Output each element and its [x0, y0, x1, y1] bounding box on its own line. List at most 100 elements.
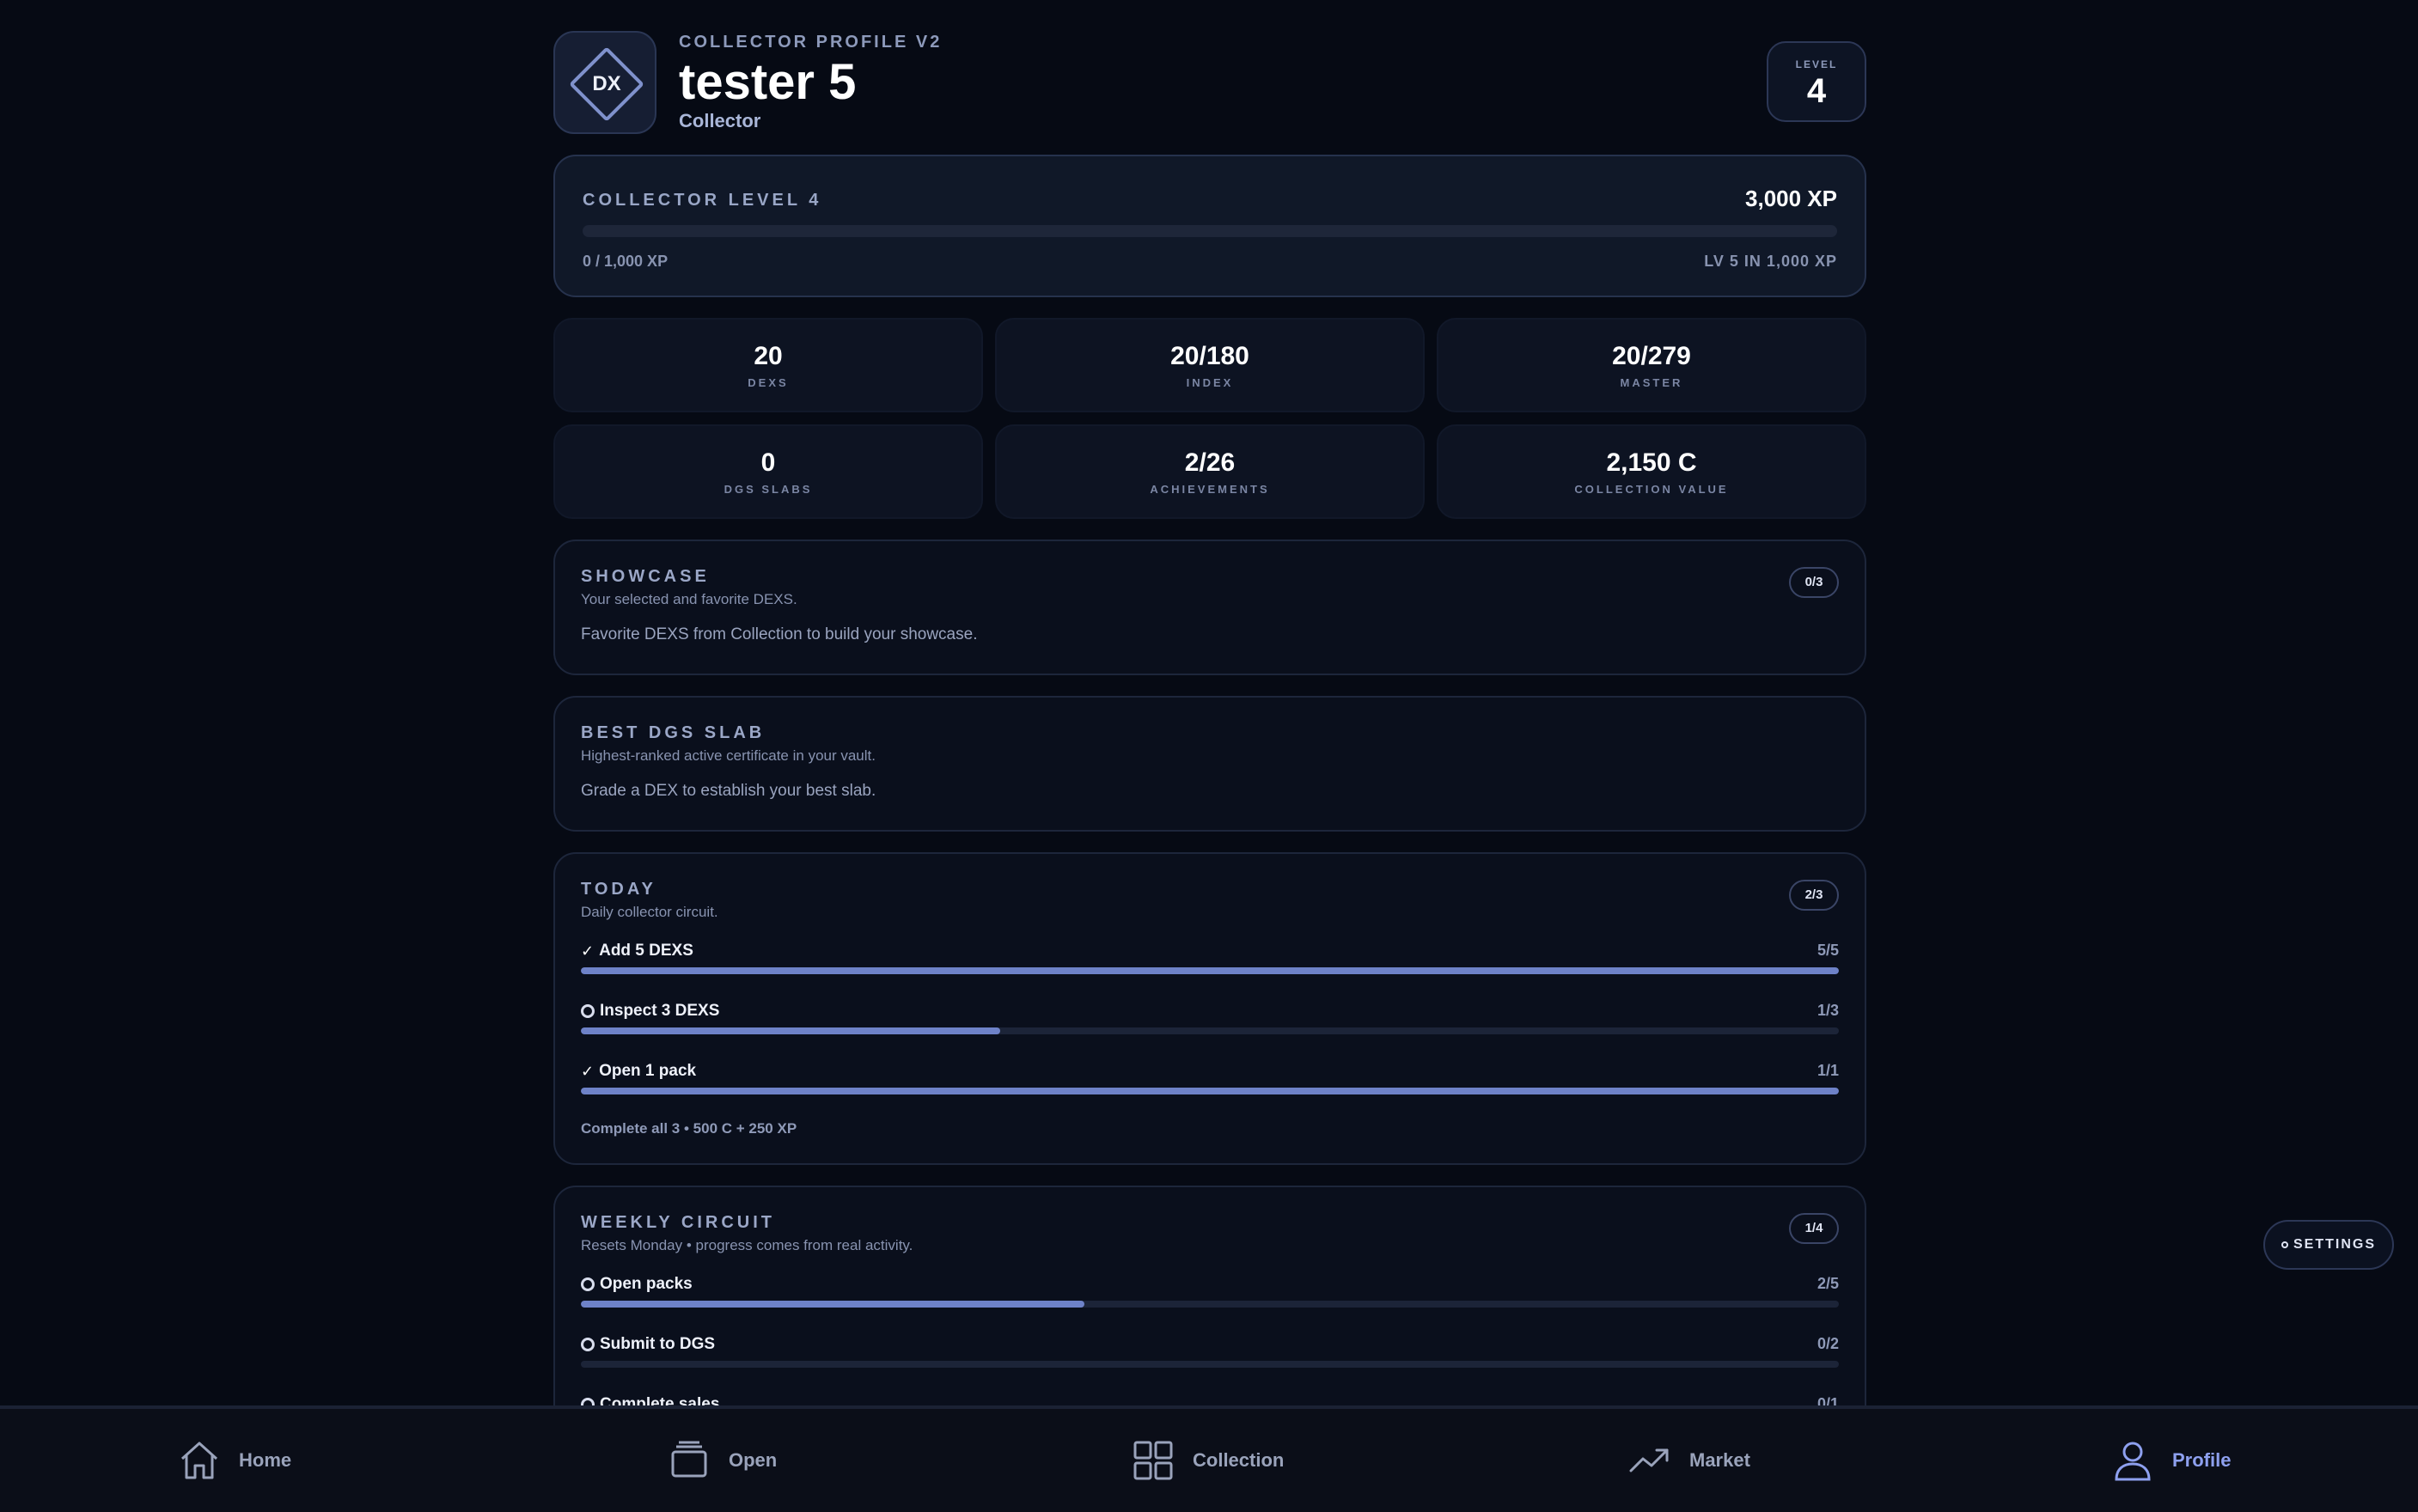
today-subtitle: Daily collector circuit. [581, 904, 718, 920]
today-count-badge: 2/3 [1789, 880, 1839, 911]
nav-label: Open [729, 1449, 778, 1471]
task-label: Open 1 pack [599, 1062, 697, 1080]
stat-value: 20 [754, 342, 783, 370]
weekly-task: Open packs 2/5 [581, 1275, 1839, 1318]
profile-page: DX COLLECTOR PROFILE V2 tester 5 Collect… [0, 0, 2418, 1512]
stat-label: MASTER [1620, 376, 1683, 389]
nav-label: Collection [1193, 1449, 1285, 1471]
task-value: 2/5 [1817, 1275, 1839, 1292]
task-progress-fill [581, 1301, 1084, 1308]
weekly-task: Submit to DGS 0/2 [581, 1335, 1839, 1378]
nav-label: Profile [2172, 1449, 2232, 1471]
level-badge-label: LEVEL [1795, 58, 1838, 70]
task-label-row: ✓ Open 1 pack [581, 1062, 696, 1081]
showcase-subtitle: Your selected and favorite DEXS. [581, 591, 797, 607]
today-task: Inspect 3 DEXS 1/3 [581, 1002, 1839, 1045]
gear-icon [2281, 1241, 2288, 1248]
today-title: TODAY [581, 880, 656, 899]
weekly-card: WEEKLY CIRCUIT Resets Monday • progress … [553, 1186, 1866, 1405]
task-progress-bar [581, 1027, 1839, 1034]
today-task: ✓ Add 5 DEXS 5/5 [581, 942, 1839, 985]
circle-icon [581, 1338, 595, 1351]
circle-icon [581, 1398, 595, 1405]
level-badge: LEVEL 4 [1767, 41, 1866, 122]
level-badge-value: 4 [1806, 72, 1827, 110]
nav-home[interactable]: Home [177, 1409, 291, 1512]
trend-icon [1629, 1448, 1669, 1472]
today-card: TODAY Daily collector circuit. 2/3 ✓ Add … [553, 852, 1866, 1165]
task-label: Add 5 DEXS [599, 942, 693, 960]
task-value: 5/5 [1817, 942, 1839, 959]
stat-label: INDEX [1186, 376, 1234, 389]
stat-label: DGS SLABS [724, 483, 813, 496]
task-progress-fill [581, 1088, 1839, 1094]
home-icon [180, 1442, 218, 1479]
task-label-row: Submit to DGS [581, 1335, 715, 1354]
weekly-count-badge: 1/4 [1789, 1213, 1839, 1244]
stat-master[interactable]: 20/279 MASTER [1437, 318, 1866, 412]
profile-content[interactable]: DX COLLECTOR PROFILE V2 tester 5 Collect… [553, 0, 1866, 1405]
check-icon: ✓ [581, 942, 595, 960]
stat-label: DEXS [748, 376, 789, 389]
username: tester 5 [679, 54, 857, 110]
stat-value: 2/26 [1184, 448, 1236, 477]
stat-index[interactable]: 20/180 INDEX [995, 318, 1425, 412]
stat-achievements[interactable]: 2/26 ACHIEVEMENTS [995, 424, 1425, 519]
task-label: Inspect 3 DEXS [600, 1002, 720, 1020]
task-label: Open packs [600, 1275, 693, 1293]
stat-dexs[interactable]: 20 DEXS [553, 318, 983, 412]
best-slab-card: BEST DGS SLAB Highest-ranked active cert… [553, 696, 1866, 832]
dx-logo: DX [553, 31, 656, 134]
xp-title: COLLECTOR LEVEL 4 [583, 191, 822, 210]
stat-value: 2,150 C [1606, 448, 1697, 477]
task-progress-fill [581, 967, 1839, 974]
showcase-card: SHOWCASE Your selected and favorite DEXS… [553, 540, 1866, 675]
xp-progress-text: 0 / 1,000 XP [583, 253, 669, 270]
task-label: Submit to DGS [600, 1335, 716, 1353]
weekly-title: WEEKLY CIRCUIT [581, 1213, 776, 1232]
nav-label: Market [1689, 1449, 1750, 1471]
task-label-row: Inspect 3 DEXS [581, 1002, 719, 1021]
task-progress-bar [581, 1088, 1839, 1094]
xp-next-level: LV 5 IN 1,000 XP [1704, 253, 1837, 270]
stat-dgs-slabs[interactable]: 0 DGS SLABS [553, 424, 983, 519]
xp-progress-bar [583, 225, 1837, 237]
bottom-nav: Home Open Collection Market Profile [0, 1405, 2418, 1512]
task-value: 1/1 [1817, 1062, 1839, 1079]
task-progress-fill [581, 1027, 1000, 1034]
stat-value: 20/180 [1170, 342, 1249, 370]
logo-text: DX [592, 72, 621, 95]
xp-total: 3,000 XP [1745, 186, 1837, 211]
settings-label: SETTINGS [2293, 1237, 2376, 1252]
circle-icon [581, 1277, 595, 1291]
nav-profile[interactable]: Profile [2110, 1409, 2231, 1512]
nav-label: Home [239, 1449, 292, 1471]
best-slab-subtitle: Highest-ranked active certificate in you… [581, 747, 876, 764]
profile-eyebrow: COLLECTOR PROFILE V2 [679, 33, 943, 52]
task-progress-bar [581, 1301, 1839, 1308]
stat-label: COLLECTION VALUE [1574, 483, 1729, 496]
circle-icon [581, 1004, 595, 1018]
settings-button[interactable]: SETTINGS [2263, 1220, 2394, 1270]
check-icon: ✓ [581, 1062, 595, 1080]
today-reward: Complete all 3 • 500 C + 250 XP [581, 1120, 797, 1137]
task-progress-bar [581, 967, 1839, 974]
weekly-task: Complete sales 0/1 [581, 1395, 1839, 1405]
showcase-title: SHOWCASE [581, 567, 710, 586]
best-slab-empty-text: Grade a DEX to establish your best slab. [581, 782, 876, 800]
best-slab-title: BEST DGS SLAB [581, 723, 766, 742]
stat-value: 0 [760, 448, 776, 477]
task-value: 0/1 [1817, 1395, 1839, 1405]
task-label-row: ✓ Add 5 DEXS [581, 942, 693, 960]
stat-collection-value[interactable]: 2,150 C COLLECTION VALUE [1437, 424, 1866, 519]
weekly-subtitle: Resets Monday • progress comes from real… [581, 1237, 913, 1253]
today-task: ✓ Open 1 pack 1/1 [581, 1062, 1839, 1105]
grid-icon [1133, 1441, 1173, 1480]
nav-market[interactable]: Market [1627, 1409, 1750, 1512]
stat-label: ACHIEVEMENTS [1150, 483, 1270, 496]
rank-label: Collector [679, 110, 761, 131]
nav-collection[interactable]: Collection [1131, 1409, 1284, 1512]
nav-open[interactable]: Open [667, 1409, 777, 1512]
task-label-row: Open packs [581, 1275, 693, 1294]
task-label-row: Complete sales [581, 1395, 719, 1405]
